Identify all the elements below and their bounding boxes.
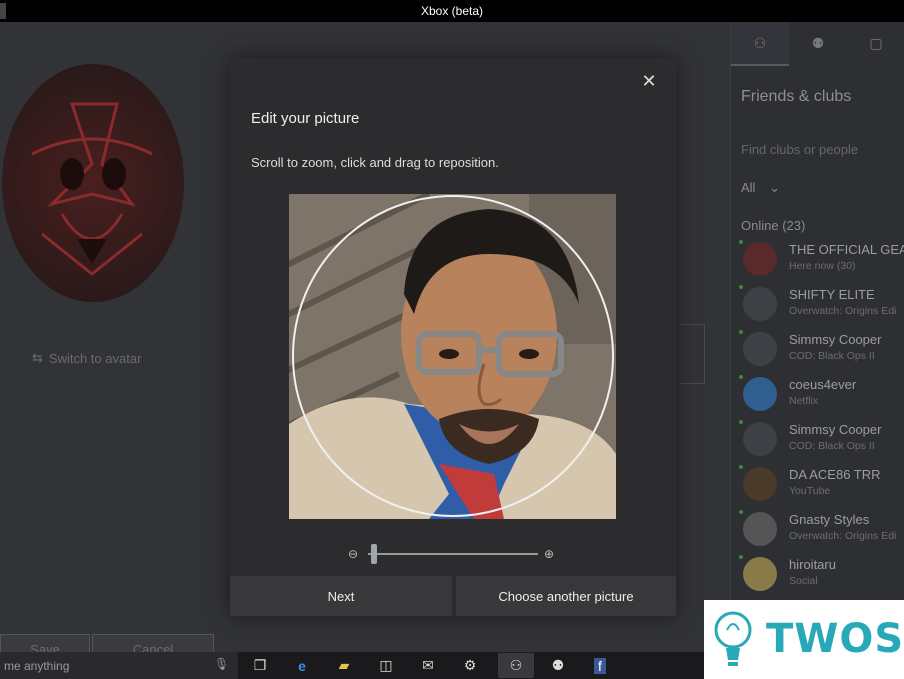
- people-icon: ⚇: [753, 34, 767, 51]
- dialog-hint: Scroll to zoom, click and drag to reposi…: [251, 155, 499, 170]
- title-bar: Xbox (beta): [0, 0, 904, 22]
- tab-friends[interactable]: ⚇: [731, 22, 789, 66]
- online-dot: [739, 555, 743, 559]
- friend-list-item[interactable]: Gnasty Styles Overwatch: Origins Edi: [739, 510, 904, 552]
- file-explorer-icon[interactable]: ▰: [326, 653, 362, 678]
- friend-gamerpic: [743, 512, 777, 546]
- friend-list-item[interactable]: DA ACE86 TRR YouTube: [739, 465, 904, 507]
- friend-status: YouTube: [789, 485, 831, 497]
- facebook-icon[interactable]: f: [582, 653, 618, 678]
- find-people-input[interactable]: Find clubs or people: [741, 142, 858, 157]
- friend-name: hiroitaru: [789, 557, 836, 572]
- edit-picture-dialog: ✕ Edit your picture Scroll to zoom, clic…: [230, 58, 676, 616]
- online-dot: [739, 375, 743, 379]
- cortana-search-box[interactable]: me anything: [0, 652, 238, 679]
- chevron-down-icon: ⌄: [769, 180, 780, 195]
- background-panel-edge: [680, 324, 705, 384]
- pane-title: Friends & clubs: [741, 88, 852, 105]
- friend-gamerpic: [743, 377, 777, 411]
- tab-more[interactable]: ▢: [847, 22, 904, 64]
- friend-list-item[interactable]: Simmsy Cooper COD: Black Ops II: [739, 420, 904, 462]
- friend-name: SHIFTY ELITE: [789, 287, 875, 302]
- friend-status: Overwatch: Origins Edi: [789, 530, 897, 542]
- next-button[interactable]: Next: [230, 576, 452, 616]
- edge-icon[interactable]: e: [284, 653, 320, 678]
- friend-gamerpic: [743, 422, 777, 456]
- friend-status: Overwatch: Origins Edi: [789, 305, 897, 317]
- zoom-thumb[interactable]: [371, 544, 378, 564]
- friend-status: Here now (30): [789, 260, 856, 272]
- friend-name: Simmsy Cooper: [789, 332, 882, 347]
- choose-another-picture-button[interactable]: Choose another picture: [456, 576, 676, 616]
- zoom-slider[interactable]: ⊖ ⊕: [348, 543, 558, 565]
- people-app-icon[interactable]: ⚉: [540, 653, 576, 678]
- switch-icon: ⇆: [32, 350, 43, 365]
- friend-name: coeus4ever: [789, 377, 857, 392]
- mail-icon[interactable]: ✉: [410, 653, 446, 678]
- window-title: Xbox (beta): [420, 4, 484, 18]
- online-dot: [739, 465, 743, 469]
- zoom-in-icon[interactable]: ⊕: [544, 547, 558, 561]
- online-dot: [739, 240, 743, 244]
- xbox-app-icon[interactable]: ⚇: [498, 653, 534, 678]
- friends-filter-dropdown[interactable]: All ⌄: [741, 180, 780, 196]
- friend-name: THE OFFICIAL GEAR: [789, 242, 904, 257]
- twos-watermark: TWOS: [704, 600, 904, 679]
- friend-status: COD: Black Ops II: [789, 350, 875, 362]
- store-icon[interactable]: ◫: [368, 653, 404, 678]
- chat-icon: ▢: [869, 34, 883, 51]
- switch-to-avatar-link[interactable]: ⇆ Switch to avatar: [32, 350, 141, 366]
- friend-name: DA ACE86 TRR: [789, 467, 881, 482]
- tab-party[interactable]: ⚉: [789, 22, 847, 64]
- pane-tabs: ⚇ ⚉ ▢: [731, 22, 904, 66]
- friend-name: Simmsy Cooper: [789, 422, 882, 437]
- task-view-icon[interactable]: ❐: [242, 653, 278, 678]
- twos-wordmark: TWOS: [766, 616, 904, 662]
- friend-gamerpic: [743, 242, 777, 276]
- friend-status: Social: [789, 575, 818, 587]
- close-icon: ✕: [641, 70, 657, 91]
- friend-status: COD: Black Ops II: [789, 440, 875, 452]
- friend-gamerpic: [743, 557, 777, 591]
- online-dot: [739, 285, 743, 289]
- settings-gear-icon[interactable]: ⚙: [452, 653, 488, 678]
- zoom-out-icon[interactable]: ⊖: [348, 547, 362, 561]
- online-dot: [739, 420, 743, 424]
- friends-pane: ⚇ ⚉ ▢ Friends & clubs Find clubs or peop…: [730, 22, 904, 652]
- friend-list-item[interactable]: SHIFTY ELITE Overwatch: Origins Edi: [739, 285, 904, 327]
- zoom-track: [368, 553, 538, 555]
- friend-name: Gnasty Styles: [789, 512, 870, 527]
- microphone-icon[interactable]: 🎙: [214, 657, 229, 673]
- friend-list-item[interactable]: Simmsy Cooper COD: Black Ops II: [739, 330, 904, 372]
- dialog-title: Edit your picture: [251, 110, 360, 127]
- online-header: Online (23): [741, 218, 806, 233]
- current-avatar-image: [2, 64, 184, 302]
- friend-gamerpic: [743, 287, 777, 321]
- friend-list-item[interactable]: hiroitaru Social: [739, 555, 904, 597]
- online-dot: [739, 510, 743, 514]
- friend-gamerpic: [743, 332, 777, 366]
- friend-list-item[interactable]: coeus4ever Netflix: [739, 375, 904, 417]
- lightbulb-logo-icon: [714, 611, 752, 666]
- friend-gamerpic: [743, 467, 777, 501]
- close-button[interactable]: ✕: [638, 70, 660, 92]
- friend-list-item[interactable]: THE OFFICIAL GEAR Here now (30): [739, 240, 904, 282]
- online-dot: [739, 330, 743, 334]
- window-corner: [0, 3, 6, 19]
- friend-status: Netflix: [789, 395, 819, 407]
- party-icon: ⚉: [811, 34, 825, 51]
- photo-crop-area[interactable]: [289, 194, 616, 519]
